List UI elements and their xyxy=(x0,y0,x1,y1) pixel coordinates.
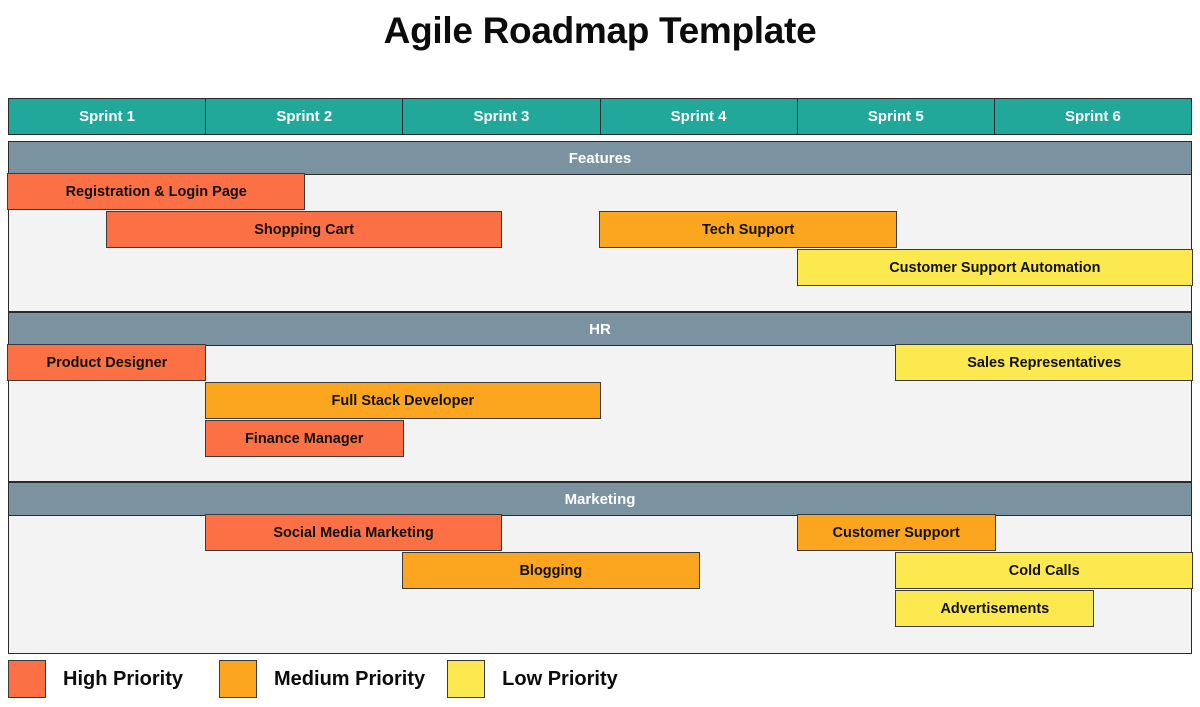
legend-label-low: Low Priority xyxy=(502,667,618,690)
sprint-column-header-6[interactable]: Sprint 6 xyxy=(994,99,1192,134)
task-bar-label: Customer Support xyxy=(832,524,960,541)
task-bar-label: Finance Manager xyxy=(244,430,364,447)
swimlane-hr: HR Product Designer Sales Representatives F… xyxy=(7,312,1193,482)
task-bar[interactable]: Cold Calls xyxy=(895,552,1193,590)
sprint-column-header-4[interactable]: Sprint 4 xyxy=(600,99,798,134)
task-bar[interactable]: Sales Representatives xyxy=(895,344,1193,382)
task-bar-label: Social Media Marketing xyxy=(273,524,434,541)
task-bar[interactable]: Advertisements xyxy=(895,590,1095,628)
legend-item-medium[interactable]: Medium Priority xyxy=(219,659,425,699)
sprint-column-header-1[interactable]: Sprint 1 xyxy=(9,99,207,134)
task-bar[interactable]: Tech Support xyxy=(599,211,897,249)
swimlane-features: Features Registration & Login Page Shoppin… xyxy=(7,141,1193,312)
legend-label-high: High Priority xyxy=(63,667,184,690)
sprint-column-header-5[interactable]: Sprint 5 xyxy=(797,99,995,134)
page-title: Agile Roadmap Template xyxy=(383,10,817,51)
swimlane-body-features: Registration & Login Page Shopping Cart Te… xyxy=(7,173,1193,312)
task-bar-label: Sales Representatives xyxy=(967,354,1122,371)
task-bar[interactable]: Product Designer xyxy=(7,344,207,382)
task-bar-label: Shopping Cart xyxy=(254,221,355,238)
swimlane-marketing: Marketing Social Media Marketing Customer … xyxy=(8,482,1193,654)
sprint-column-header-3[interactable]: Sprint 3 xyxy=(403,99,601,134)
task-bar-label: Tech Support xyxy=(702,221,795,238)
legend-swatch-medium xyxy=(219,660,258,698)
swimlane-title-hr: HR xyxy=(8,312,1192,346)
legend-label-medium: Medium Priority xyxy=(274,667,426,690)
task-bar[interactable]: Customer Support Automation xyxy=(796,249,1193,287)
task-bar-label: Full Stack Developer xyxy=(331,392,475,409)
task-bar-label: Advertisements xyxy=(940,600,1050,617)
task-bar[interactable]: Social Media Marketing xyxy=(204,514,503,552)
sprint-header-row: Sprint 1 Sprint 2 Sprint 3 Sprint 4 Sprint 5… xyxy=(8,98,1192,135)
task-bar[interactable]: Customer Support xyxy=(796,514,996,552)
swimlane-body-marketing: Social Media Marketing Customer Support Bl… xyxy=(8,514,1193,654)
swimlane-title-marketing: Marketing xyxy=(8,482,1192,516)
task-bar[interactable]: Shopping Cart xyxy=(106,211,503,249)
task-bar[interactable]: Blogging xyxy=(402,552,700,590)
legend-item-high[interactable]: High Priority xyxy=(8,659,183,699)
task-bar[interactable]: Registration & Login Page xyxy=(7,173,305,211)
swimlane-body-hr: Product Designer Sales Representatives Ful… xyxy=(7,344,1193,482)
sprint-column-header-2[interactable]: Sprint 2 xyxy=(206,99,404,134)
task-bar-label: Blogging xyxy=(519,562,583,579)
task-bar-label: Product Designer xyxy=(46,354,168,371)
task-bar-label: Cold Calls xyxy=(1008,562,1080,579)
task-bar-label: Registration & Login Page xyxy=(65,183,247,200)
task-bar[interactable]: Finance Manager xyxy=(204,420,404,458)
agile-roadmap-chart: Agile Roadmap Template Sprint 1 Sprint 2S… xyxy=(0,0,1200,707)
task-bar[interactable]: Full Stack Developer xyxy=(204,382,601,420)
legend-swatch-low xyxy=(447,660,486,698)
legend-item-low[interactable]: Low Priority xyxy=(447,659,618,699)
swimlane-title-features: Features xyxy=(8,141,1192,175)
legend: High Priority Medium Priority Low Priority xyxy=(8,659,618,699)
task-bar-label: Customer Support Automation xyxy=(889,259,1101,276)
legend-swatch-high xyxy=(8,660,46,698)
